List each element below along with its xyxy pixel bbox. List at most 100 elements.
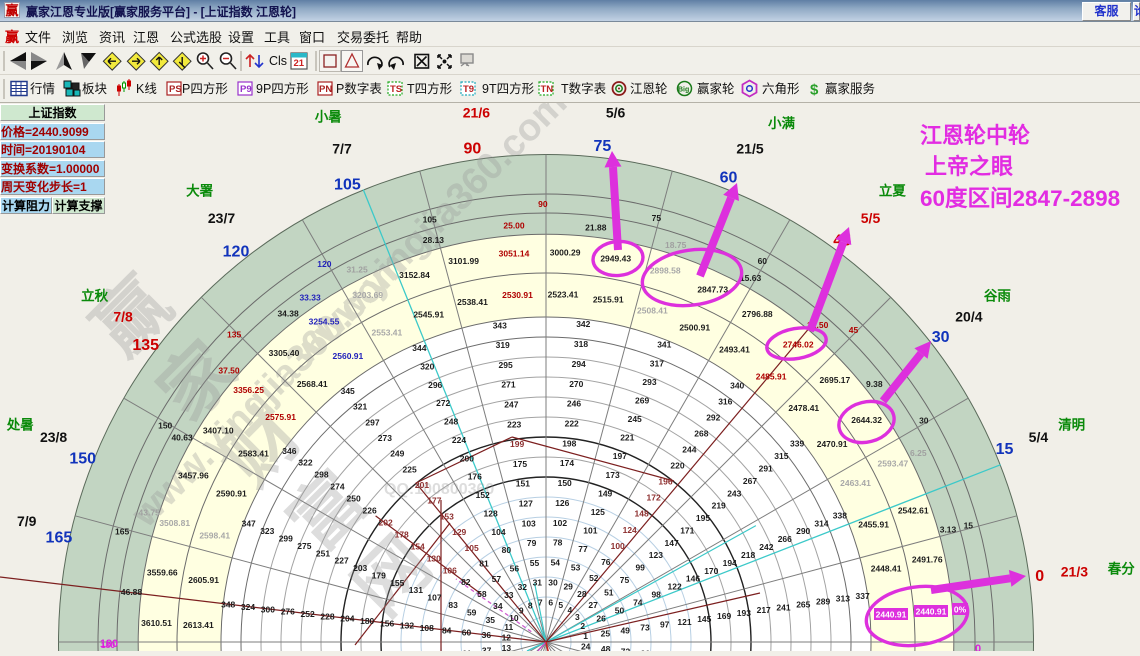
- svg-text:298: 298: [314, 470, 328, 480]
- svg-text:97: 97: [660, 620, 670, 630]
- svg-text:5: 5: [558, 600, 563, 610]
- svg-text:204: 204: [340, 614, 354, 624]
- svg-text:242: 242: [759, 542, 773, 552]
- svg-text:P四方形: P四方形: [182, 81, 228, 96]
- svg-text:99: 99: [635, 563, 645, 573]
- svg-text:324: 324: [241, 602, 255, 612]
- svg-text:37.50: 37.50: [218, 365, 240, 375]
- svg-text:13: 13: [502, 643, 512, 651]
- svg-text:274: 274: [330, 482, 344, 492]
- svg-text:15: 15: [996, 441, 1014, 458]
- svg-text:121: 121: [677, 617, 691, 627]
- svg-text:271: 271: [501, 380, 515, 390]
- svg-text:2590.91: 2590.91: [216, 488, 247, 498]
- svg-text:100: 100: [611, 541, 625, 551]
- svg-text:50: 50: [615, 605, 625, 615]
- svg-text:2560.91: 2560.91: [333, 351, 364, 361]
- svg-text:269: 269: [635, 395, 649, 405]
- svg-text:49: 49: [620, 626, 630, 636]
- svg-text:221: 221: [620, 433, 634, 443]
- svg-text:P9: P9: [240, 84, 252, 95]
- svg-text:7/9: 7/9: [17, 513, 37, 529]
- svg-text:177: 177: [427, 496, 441, 506]
- svg-text:165: 165: [46, 530, 73, 547]
- svg-text:清明: 清明: [1058, 416, 1085, 432]
- svg-text:199: 199: [510, 439, 524, 449]
- svg-text:224: 224: [452, 435, 466, 445]
- svg-text:347: 347: [242, 519, 256, 529]
- svg-text:341: 341: [657, 340, 671, 350]
- svg-text:220: 220: [670, 461, 684, 471]
- svg-text:2695.17: 2695.17: [820, 375, 851, 385]
- svg-text:6: 6: [548, 597, 553, 607]
- svg-text:124: 124: [623, 525, 637, 535]
- svg-text:344: 344: [412, 343, 426, 353]
- svg-text:129: 129: [452, 527, 466, 537]
- svg-text:2515.91: 2515.91: [593, 295, 624, 305]
- svg-text:小满: 小满: [768, 115, 796, 131]
- svg-text:346: 346: [282, 446, 296, 456]
- svg-text:291: 291: [759, 464, 773, 474]
- svg-text:102: 102: [553, 518, 567, 528]
- svg-text:299: 299: [279, 534, 293, 544]
- svg-text:292: 292: [706, 413, 720, 423]
- svg-text:0: 0: [975, 643, 981, 651]
- svg-text:25: 25: [601, 628, 611, 638]
- svg-text:3508.81: 3508.81: [159, 518, 190, 528]
- svg-text:289: 289: [816, 597, 830, 607]
- svg-text:2470.91: 2470.91: [817, 439, 848, 449]
- svg-text:55: 55: [530, 558, 540, 568]
- svg-text:228: 228: [320, 611, 334, 621]
- svg-text:52: 52: [589, 573, 599, 583]
- svg-text:156: 156: [380, 618, 394, 628]
- svg-text:153: 153: [440, 511, 454, 521]
- svg-text:74: 74: [633, 597, 643, 607]
- svg-text:348: 348: [221, 600, 235, 610]
- svg-text:9.38: 9.38: [866, 379, 883, 389]
- svg-text:154: 154: [411, 541, 425, 551]
- svg-text:48: 48: [601, 644, 611, 651]
- svg-text:小暑: 小暑: [315, 109, 342, 124]
- svg-text:81: 81: [479, 559, 489, 569]
- svg-text:43.75: 43.75: [139, 507, 161, 517]
- svg-text:131: 131: [409, 585, 423, 595]
- svg-text:105: 105: [334, 176, 361, 193]
- svg-text:315: 315: [774, 451, 788, 461]
- svg-text:180: 180: [100, 638, 118, 650]
- svg-text:34.38: 34.38: [277, 309, 299, 319]
- svg-text:313: 313: [836, 594, 850, 604]
- svg-text:31.25: 31.25: [346, 265, 368, 275]
- svg-text:318: 318: [574, 339, 588, 349]
- svg-text:245: 245: [628, 414, 642, 424]
- svg-text:2478.41: 2478.41: [788, 403, 819, 413]
- svg-text:244: 244: [682, 445, 696, 455]
- svg-text:72: 72: [621, 646, 631, 651]
- svg-text:12: 12: [502, 632, 512, 642]
- svg-text:2598.41: 2598.41: [199, 531, 230, 541]
- svg-text:56: 56: [510, 564, 520, 574]
- svg-text:36: 36: [482, 630, 492, 640]
- svg-text:2898.58: 2898.58: [650, 266, 681, 276]
- svg-text:90: 90: [538, 199, 548, 209]
- svg-text:170: 170: [704, 566, 718, 576]
- svg-text:75: 75: [594, 138, 612, 155]
- svg-text:193: 193: [737, 608, 751, 618]
- svg-text:218: 218: [741, 550, 755, 560]
- svg-text:0%: 0%: [954, 605, 967, 615]
- svg-text:266: 266: [778, 534, 792, 544]
- svg-text:101: 101: [583, 526, 597, 536]
- svg-text:2796.88: 2796.88: [742, 309, 773, 319]
- svg-text:179: 179: [372, 570, 386, 580]
- svg-text:250: 250: [347, 494, 361, 504]
- svg-text:赢家服务: 赢家服务: [825, 81, 875, 96]
- svg-text:46.88: 46.88: [121, 587, 143, 597]
- svg-text:76: 76: [601, 557, 611, 567]
- svg-text:2553.41: 2553.41: [372, 328, 403, 338]
- svg-text:276: 276: [281, 607, 295, 617]
- svg-text:处暑: 处暑: [6, 416, 34, 432]
- svg-text:40.63: 40.63: [171, 432, 193, 442]
- svg-text:123: 123: [649, 550, 663, 560]
- svg-text:314: 314: [814, 518, 828, 528]
- svg-text:339: 339: [790, 439, 804, 449]
- svg-text:2463.41: 2463.41: [840, 478, 871, 488]
